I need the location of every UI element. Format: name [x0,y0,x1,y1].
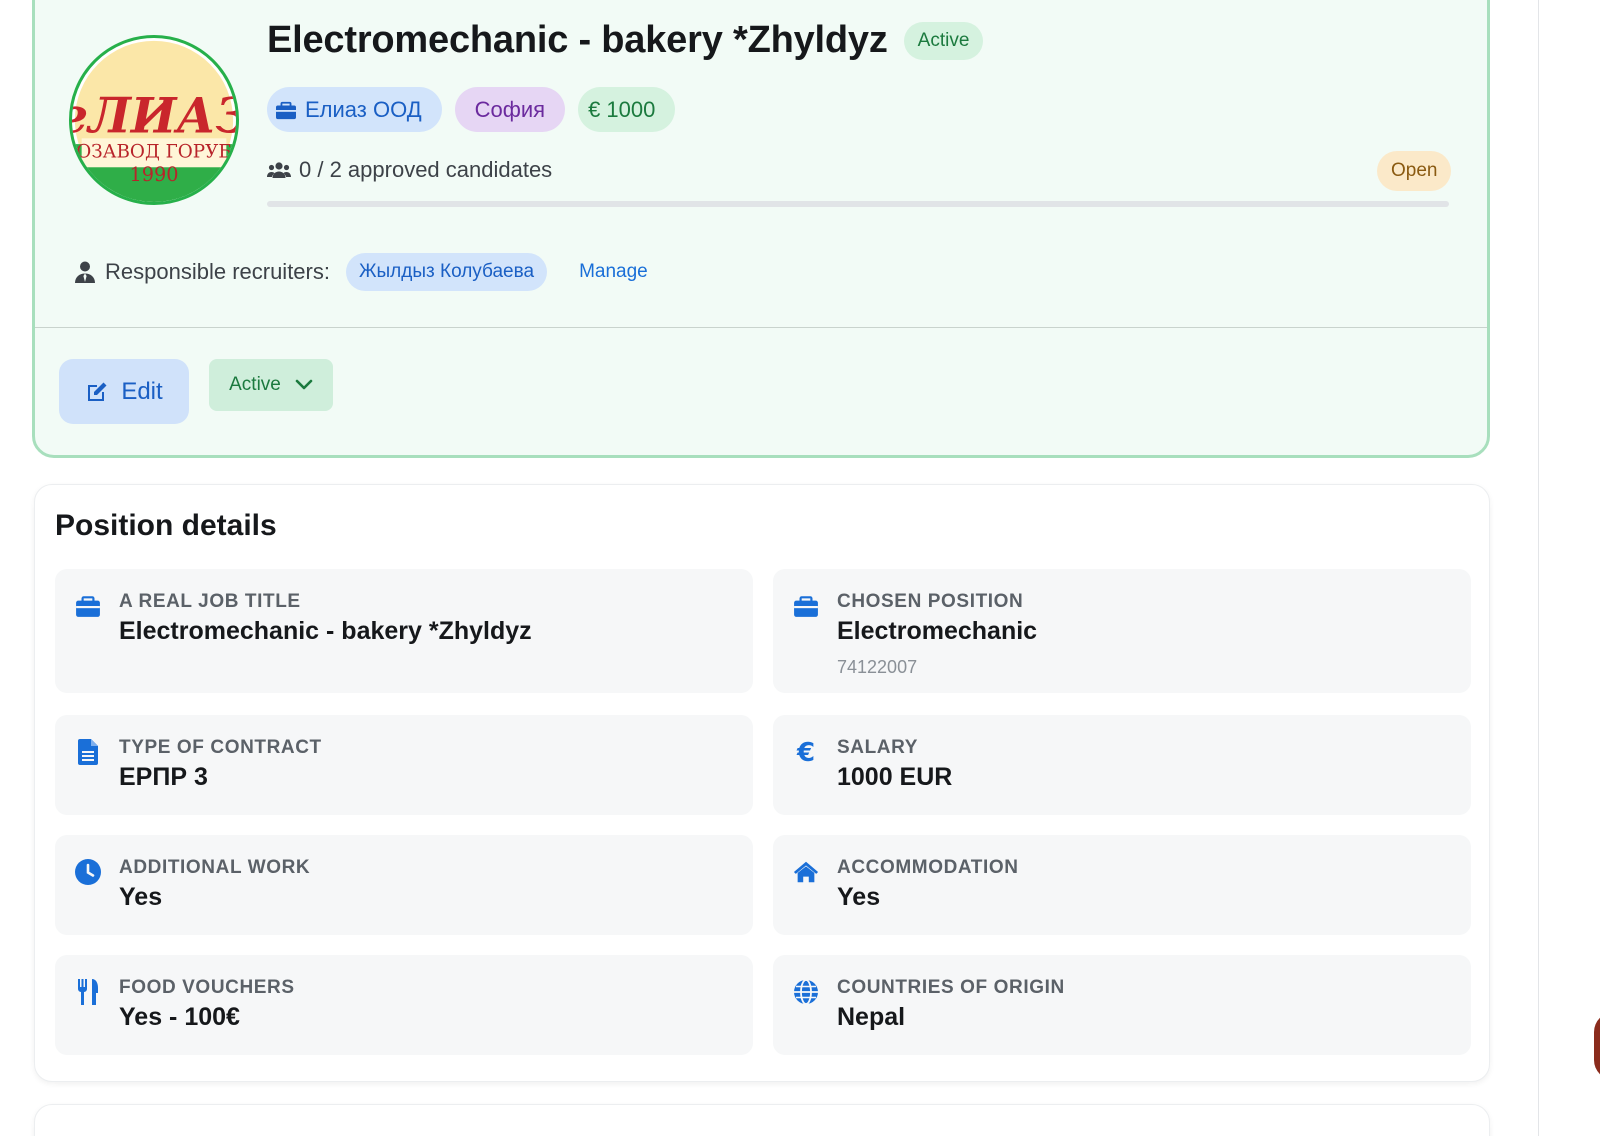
detail-label: ACCOMMODATION [837,857,1019,878]
city-chip[interactable]: София [454,87,566,132]
briefcase-icon [76,596,100,617]
detail-value: Electromechanic - bakery *Zhyldyz [119,617,532,645]
detail-additional-work: ADDITIONAL WORK Yes [55,835,753,935]
city-name: София [474,96,546,122]
salary-chip[interactable]: € 1000 [578,87,676,132]
card-divider [35,327,1487,328]
home-icon [793,861,819,883]
edit-icon [88,382,107,401]
responsible-recruiters: Responsible recruiters: Жылдыз Колубаева… [75,253,648,291]
open-badge: Open [1377,151,1452,191]
manage-recruiters-link[interactable]: Manage [579,261,648,283]
detail-label: ADDITIONAL WORK [119,857,311,878]
detail-label: SALARY [837,737,919,758]
briefcase-icon [794,596,818,617]
globe-icon [794,979,818,1005]
detail-value: Electromechanic [837,617,1038,645]
right-sidebar-edge [1538,0,1600,1136]
candidates-progress-bar [267,201,1449,207]
detail-salary: € SALARY 1000 EUR [773,715,1471,815]
status-dropdown[interactable]: Active [209,359,333,411]
recruiters-label: Responsible recruiters: [105,259,330,284]
job-title-row: Electromechanic - bakery *Zhyldyz Active [267,19,984,62]
detail-value: Yes [837,883,881,911]
edit-label: Edit [121,377,163,405]
detail-food-vouchers: FOOD VOUCHERS Yes - 100€ [55,955,753,1055]
job-header-card: еЛИАЗ ОЗАВОД ГОРУБ 1990 Electromechanic … [32,0,1490,458]
svg-text:1990: 1990 [129,163,178,186]
clock-icon [75,859,101,885]
detail-label: TYPE OF CONTRACT [119,737,322,758]
users-icon [267,162,291,178]
user-tie-icon [75,261,95,283]
company-logo: еЛИАЗ ОЗАВОД ГОРУБ 1990 [69,35,239,205]
detail-accommodation: ACCOMMODATION Yes [773,835,1471,935]
next-section-card [34,1104,1490,1136]
svg-text:еЛИАЗ: еЛИАЗ [72,89,236,145]
document-icon [78,739,98,765]
euro-icon: € [796,739,815,765]
company-name: Елиаз ООД [305,96,422,122]
status-badge: Active [903,21,984,60]
detail-label: FOOD VOUCHERS [119,977,295,998]
detail-countries-of-origin: COUNTRIES OF ORIGIN Nepal [773,955,1471,1055]
position-details-title: Position details [55,509,277,542]
salary-value: € 1000 [588,96,656,122]
detail-label: CHOSEN POSITION [837,591,1024,612]
job-chips: Елиаз ООД София € 1000 [267,87,676,132]
page: еЛИАЗ ОЗАВОД ГОРУБ 1990 Electromechanic … [0,0,1600,1136]
detail-value: 1000 EUR [837,763,953,791]
position-code: 74122007 [837,657,918,677]
status-value: Active [229,374,281,395]
recruiter-chip[interactable]: Жылдыз Колубаева [345,253,548,291]
chevron-down-icon [295,379,313,390]
svg-text:€: € [796,739,815,765]
job-title: Electromechanic - bakery *Zhyldyz [267,19,888,61]
detail-value: Nepal [837,1003,906,1031]
detail-label: A REAL JOB TITLE [119,591,301,612]
detail-value: Yes - 100€ [119,1003,240,1031]
detail-label: COUNTRIES OF ORIGIN [837,977,1065,998]
briefcase-icon [276,101,296,119]
detail-real-job-title: A REAL JOB TITLE Electromechanic - baker… [55,569,753,693]
svg-text:ОЗАВОД ГОРУБ: ОЗАВОД ГОРУБ [76,142,232,163]
utensils-icon [78,979,98,1005]
detail-chosen-position: CHOSEN POSITION Electromechanic 74122007 [773,569,1471,693]
detail-value: Yes [119,883,163,911]
candidates-text: 0 / 2 approved candidates [299,157,553,182]
candidates-summary: 0 / 2 approved candidates [267,157,552,183]
position-details-card: Position details A REAL JOB TITLE Electr… [34,484,1490,1082]
detail-type-of-contract: TYPE OF CONTRACT ЕРПР 3 [55,715,753,815]
edit-button[interactable]: Edit [59,359,189,424]
detail-value: ЕРПР 3 [119,763,208,791]
company-chip[interactable]: Елиаз ООД [267,87,442,132]
